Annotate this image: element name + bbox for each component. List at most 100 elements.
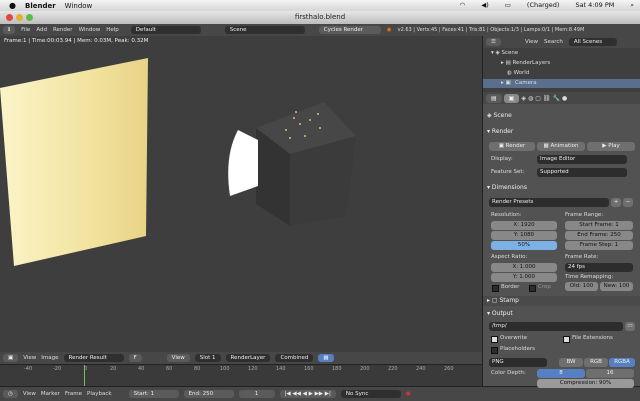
layout-selector[interactable]: Default (130, 26, 201, 34)
menu-view[interactable]: View (23, 355, 36, 361)
outliner-view-menu[interactable]: View (525, 39, 538, 45)
dimensions-panel-header[interactable]: ▾ Dimensions (487, 184, 527, 191)
outliner-item-renderlayers[interactable]: ▸ ▤ RenderLayers (501, 60, 550, 66)
placeholders-checkbox[interactable] (491, 347, 498, 354)
properties-type-icon[interactable]: ▤ (486, 93, 502, 103)
menu-frame[interactable]: Frame (65, 391, 82, 397)
pass-selector[interactable]: Combined (275, 354, 314, 362)
zoom-window-icon[interactable] (26, 14, 33, 21)
start-frame-field[interactable]: Start Frame: 1 (565, 221, 633, 230)
outliner-item-scene[interactable]: ▾ ◈ Scene (491, 50, 518, 56)
aspect-y-field[interactable]: Y: 1.000 (491, 273, 557, 282)
add-preset-button[interactable]: + (611, 198, 621, 207)
frame-step-field[interactable]: Frame Step: 1 (565, 241, 633, 250)
image-editor-type-icon[interactable]: ▣ (3, 354, 19, 362)
window-title-bar: firsthalo.blend (0, 11, 640, 25)
outliner-item-world[interactable]: ◍ World (507, 70, 529, 76)
render-viewport[interactable]: Frame:1 | Time:00:03.94 | Mem: 0.03M, Pe… (0, 36, 482, 352)
image-selector[interactable]: Render Result (63, 354, 124, 362)
slot-selector[interactable]: Slot 1 (194, 354, 221, 362)
animation-button[interactable]: ▦ Animation (537, 142, 585, 151)
render-engine-selector[interactable]: Cycles Render (318, 26, 381, 34)
menu-marker[interactable]: Marker (41, 391, 60, 397)
menu-image[interactable]: Image (41, 355, 58, 361)
file-format-selector[interactable]: PNG (489, 358, 547, 367)
rgba-button[interactable]: RGBA (609, 358, 635, 367)
volume-icon[interactable]: ◀) (481, 1, 489, 10)
outliner-filter[interactable]: All Scenes (568, 38, 617, 46)
material-tab-icon[interactable]: ● (562, 95, 567, 102)
context-scene: ◈ Scene (487, 112, 512, 119)
outliner-search-menu[interactable]: Search (544, 39, 563, 45)
display-channels-icon[interactable]: ▦ (318, 354, 334, 362)
modifiers-tab-icon[interactable]: 🔧 (553, 95, 560, 102)
editor-type-icon[interactable]: ℹ (3, 26, 16, 34)
display-selector[interactable]: Image Editor (537, 155, 627, 164)
close-window-icon[interactable] (6, 14, 13, 21)
spotlight-icon[interactable]: ⌕ (630, 1, 634, 10)
layer-selector[interactable]: RenderLayer (225, 354, 271, 362)
output-path-field[interactable]: /tmp/ (489, 322, 623, 331)
scene-tab-icon[interactable]: ◈ (521, 95, 526, 102)
time-old-field[interactable]: Old: 100 (565, 282, 598, 291)
frame-rate-selector[interactable]: 24 fps (565, 263, 633, 272)
menu-file[interactable]: File (21, 27, 30, 33)
outliner-item-camera[interactable]: ▸ ▣ Camera (483, 79, 640, 88)
remove-preset-button[interactable]: − (623, 198, 633, 207)
menu-render[interactable]: Render (53, 27, 73, 33)
playback-controls[interactable]: |◀ ◀◀ ◀ ▶ ▶▶ ▶| (279, 390, 336, 398)
menu-playback[interactable]: Playback (87, 391, 112, 397)
border-checkbox[interactable] (492, 285, 499, 292)
view-selector[interactable]: View (166, 354, 190, 362)
clock[interactable]: Sat 4:09 PM (575, 1, 614, 10)
sync-selector[interactable]: No Sync (340, 390, 401, 398)
menu-add[interactable]: Add (36, 27, 47, 33)
constraints-tab-icon[interactable]: ⛓ (543, 95, 551, 102)
overwrite-checkbox[interactable] (491, 336, 498, 343)
play-button[interactable]: ▶ Play (587, 142, 635, 151)
minimize-window-icon[interactable] (16, 14, 23, 21)
record-icon[interactable]: ● (406, 391, 411, 397)
window-menu[interactable]: Window (65, 2, 93, 10)
menu-window[interactable]: Window (79, 27, 101, 33)
folder-icon[interactable]: ▭ (625, 322, 635, 331)
compression-slider[interactable]: Compression: 90% (537, 379, 634, 388)
output-panel-header[interactable]: ▾ Output (487, 310, 513, 317)
render-presets-selector[interactable]: Render Presets (489, 198, 609, 207)
resolution-percentage-field[interactable]: 50% (491, 241, 557, 250)
tick: 180 (332, 366, 342, 372)
end-frame-field[interactable]: End: 250 (183, 390, 234, 398)
resolution-x-field[interactable]: X: 1920 (491, 221, 557, 230)
depth-16-button[interactable]: 16 (586, 369, 634, 378)
render-tab-icon[interactable]: ▣ (503, 93, 520, 103)
crop-checkbox[interactable] (529, 285, 536, 292)
current-frame-field[interactable]: 1 (238, 390, 275, 398)
time-new-field[interactable]: New: 100 (600, 282, 633, 291)
aspect-x-field[interactable]: X: 1.000 (491, 263, 557, 272)
start-frame-field[interactable]: Start: 1 (128, 390, 179, 398)
apple-icon[interactable]: ● (9, 1, 16, 10)
wifi-icon[interactable]: ◠ (460, 1, 466, 10)
stamp-checkbox[interactable]: ▢ (492, 297, 500, 304)
render-panel-header[interactable]: ▾ Render (487, 128, 513, 135)
feature-set-selector[interactable]: Supported (537, 168, 627, 177)
scene-selector[interactable]: Scene (224, 26, 305, 34)
object-tab-icon[interactable]: ▢ (535, 95, 541, 102)
stamp-panel-header[interactable]: ▸ ▢ Stamp (487, 297, 519, 304)
app-menu[interactable]: Blender (25, 2, 56, 10)
file-extensions-checkbox[interactable] (563, 336, 570, 343)
resolution-y-field[interactable]: Y: 1080 (491, 231, 557, 240)
rgb-button[interactable]: RGB (584, 358, 608, 367)
renderlayers-icon: ▸ ▤ (501, 60, 513, 66)
outliner-type-icon[interactable]: ☰ (486, 38, 501, 46)
world-tab-icon[interactable]: ◍ (528, 95, 533, 102)
depth-8-button[interactable]: 8 (537, 369, 585, 378)
render-button[interactable]: ▣ Render (489, 142, 535, 151)
bw-button[interactable]: BW (559, 358, 583, 367)
menu-help[interactable]: Help (106, 27, 119, 33)
fake-user-button[interactable]: F (128, 354, 142, 362)
timeline-editor-type-icon[interactable]: ◷ (3, 390, 18, 398)
battery-icon[interactable]: ▭ (505, 1, 511, 10)
end-frame-field[interactable]: End Frame: 250 (565, 231, 633, 240)
menu-view[interactable]: View (23, 391, 36, 397)
